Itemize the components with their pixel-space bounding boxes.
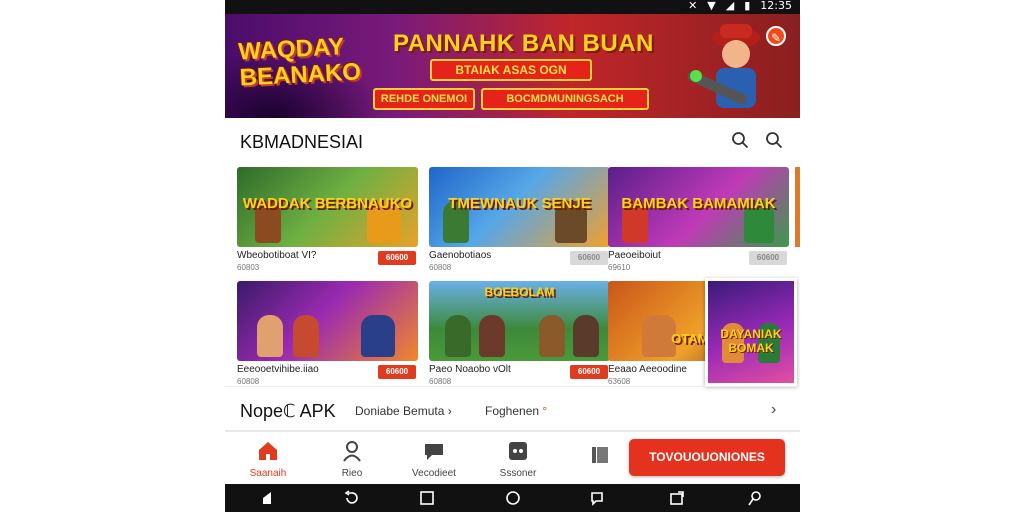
promo-banner[interactable]: WAQDAY BEANAKO PANNAHK BAN BUAN BTAIAK A… xyxy=(225,14,800,118)
banner-logo: WAQDAY BEANAKO xyxy=(237,33,362,92)
nav-item-games[interactable]: Sssoner xyxy=(483,440,553,479)
game-meta: 69610 xyxy=(608,263,631,272)
game-meta: 60808 xyxy=(237,377,260,386)
status-time: 12:35 xyxy=(760,0,792,12)
character-graphic xyxy=(573,315,599,357)
install-button[interactable]: 60600 xyxy=(378,365,416,379)
chevron-right-icon[interactable]: › xyxy=(771,401,776,419)
game-name: Paeoeiboiut xyxy=(608,250,661,261)
bluetooth-icon: ✕ xyxy=(688,0,698,12)
nav-item-profile[interactable]: Rieo xyxy=(317,440,387,479)
section-title: KBMADNESIAI xyxy=(240,132,364,152)
home-key-icon[interactable] xyxy=(261,490,277,506)
gamepad-icon xyxy=(509,442,527,460)
game-thumbnail[interactable] xyxy=(237,281,418,361)
next-card-peek xyxy=(795,167,800,247)
chat-bubble-icon[interactable] xyxy=(589,490,605,506)
apk-section: Nopeℂ APK Doniabe Bemuta › Foghenen ° › xyxy=(225,386,800,432)
nav-label: Vecodieet xyxy=(412,468,456,479)
game-thumbnail[interactable]: WADDAK BERBNAUKO xyxy=(237,167,418,247)
search-alt-icon[interactable] xyxy=(765,131,783,149)
featured-card[interactable]: DAYANIAK BOMAK xyxy=(705,278,797,386)
section-header: KBMADNESIAI xyxy=(225,118,800,162)
thumbnail-title: BOEBOLAM xyxy=(484,285,555,299)
recents-icon[interactable] xyxy=(419,490,435,506)
thumbnail-title: BAMBAK BAMAMIAK xyxy=(621,195,776,212)
phone-screen: ✕ ▼ ◢ ▮ 12:35 WAQDAY BEANAKO PANNAHK BAN… xyxy=(225,0,800,512)
bottom-navigation: Saanaih Rieo Vecodieet Sssoner TOVOUOUON… xyxy=(225,432,800,484)
download-cta-button[interactable]: TOVOUOUONIONES xyxy=(629,439,785,476)
badge-icon: ° xyxy=(542,404,548,418)
page: ✕ ▼ ◢ ▮ 12:35 WAQDAY BEANAKO PANNAHK BAN… xyxy=(0,0,1024,512)
share-icon[interactable] xyxy=(669,490,685,506)
thumbnail-title: TMEWNAUK SENJE xyxy=(448,195,591,212)
banner-headline: PANNAHK BAN BUAN xyxy=(393,30,654,57)
banner-pill-main[interactable]: BTAIAK ASAS OGN xyxy=(430,59,592,81)
character-graphic xyxy=(257,315,283,357)
game-name: Wbeobotiboat VI? xyxy=(237,250,317,261)
character-graphic xyxy=(479,315,505,357)
chat-icon xyxy=(425,444,443,460)
game-name: Eeaao Aeeoodine xyxy=(608,364,687,375)
install-button[interactable]: 60600 xyxy=(378,251,416,265)
character-graphic xyxy=(445,315,471,357)
character-graphic xyxy=(539,315,565,357)
circle-home-icon[interactable] xyxy=(505,490,521,506)
back-icon[interactable] xyxy=(343,490,359,506)
person-icon xyxy=(343,441,361,462)
apk-section-title: Nopeℂ APK xyxy=(240,401,336,421)
status-bar: ✕ ▼ ◢ ▮ 12:35 xyxy=(225,0,800,14)
game-meta: 60808 xyxy=(429,377,452,386)
game-name: Gaenobotiaos xyxy=(429,250,492,261)
nav-label: Rieo xyxy=(341,468,363,479)
battery-icon: ▮ xyxy=(744,0,751,12)
featured-card-title: DAYANIAK BOMAK xyxy=(720,327,782,355)
game-meta: 63608 xyxy=(608,377,631,386)
banner-close-icon[interactable]: ✎ xyxy=(766,26,786,46)
install-button[interactable]: 60600 xyxy=(570,365,608,379)
character-graphic xyxy=(293,315,319,357)
thumbnail-title: WADDAK BERBNAUKO xyxy=(242,195,413,212)
install-button[interactable]: 60600 xyxy=(749,251,787,265)
nav-item-home[interactable]: Saanaih xyxy=(233,440,303,479)
game-thumbnail[interactable]: BAMBAK BAMAMIAK xyxy=(608,167,789,247)
library-icon[interactable] xyxy=(589,444,611,466)
system-navigation-bar xyxy=(225,484,800,512)
nav-item-messages[interactable]: Vecodieet xyxy=(399,440,469,479)
signal-icon: ◢ xyxy=(725,0,735,12)
chevron-right-icon: › xyxy=(447,404,452,418)
game-thumbnail[interactable]: BOEBOLAM xyxy=(429,281,610,361)
section-link-2[interactable]: Foghenen ° xyxy=(485,404,547,418)
nav-label: Saanaih xyxy=(249,468,287,479)
game-name: Eeeooetvihibe.iiao xyxy=(237,364,319,375)
wifi-icon: ▼ xyxy=(707,0,716,12)
search-icon[interactable] xyxy=(731,131,749,149)
nav-label: Sssoner xyxy=(499,468,537,479)
game-name: Paeo Noaobo vOlt xyxy=(429,364,511,375)
game-thumbnail[interactable]: TMEWNAUK SENJE xyxy=(429,167,610,247)
game-meta: 60808 xyxy=(429,263,452,272)
banner-pill-left[interactable]: REHDE ONEMOI xyxy=(373,88,475,110)
banner-pill-right[interactable]: BOCMDMUNINGSACH xyxy=(481,88,649,110)
home-icon xyxy=(259,442,277,460)
install-button[interactable]: 60600 xyxy=(570,251,608,265)
section-link-1[interactable]: Doniabe Bemuta › xyxy=(355,404,452,418)
game-meta: 60803 xyxy=(237,263,260,272)
account-icon[interactable] xyxy=(747,490,763,506)
character-graphic xyxy=(361,315,395,357)
